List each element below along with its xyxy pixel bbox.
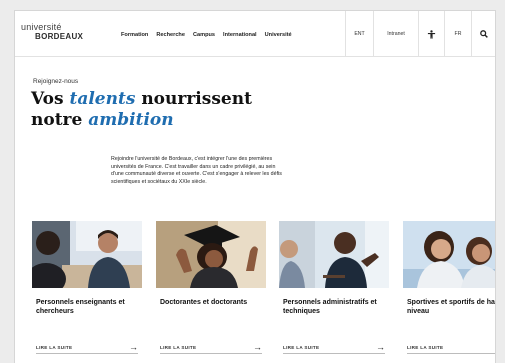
card-sportifs-haut-niveau[interactable]: Sportives et sportifs de haut niveau LIR… <box>403 221 496 363</box>
site-header: université BORDEAUX Formation Recherche … <box>15 11 495 57</box>
logo-line-2: BORDEAUX <box>35 32 84 41</box>
accessibility-icon <box>427 29 436 39</box>
logo-line-1: université <box>21 22 62 32</box>
card-divider <box>407 353 495 354</box>
card-title: Personnels enseignants et chercheurs <box>36 299 125 315</box>
arrow-right-icon: → <box>253 342 262 352</box>
intranet-link[interactable]: Intranet <box>373 11 418 57</box>
card-divider <box>160 353 262 354</box>
nav-item-universite[interactable]: Université <box>265 32 292 38</box>
nav-item-recherche[interactable]: Recherche <box>156 32 185 38</box>
read-more-label: LIRE LA SUITE <box>407 345 444 350</box>
read-more-link[interactable]: LIRE LA SUITE → <box>36 343 138 352</box>
read-more-label: LIRE LA SUITE <box>36 345 73 350</box>
card-title: Doctorantes et doctorants <box>160 299 248 306</box>
ent-link[interactable]: ENT <box>345 11 373 57</box>
nav-item-formation[interactable]: Formation <box>121 32 148 38</box>
search-icon <box>479 30 488 38</box>
hero-kicker: Rejoignez-nous <box>33 78 79 85</box>
nav-item-international[interactable]: International <box>223 32 257 38</box>
hero-headline: Vos talents nourrissent notre ambition <box>31 89 331 131</box>
utility-nav: ENT Intranet FR <box>345 11 495 57</box>
card-photo <box>32 221 142 288</box>
card-doctorants[interactable]: Doctorantes et doctorants LIRE LA SUITE … <box>156 221 266 363</box>
read-more-link[interactable]: LIRE LA SUITE → <box>160 343 262 352</box>
card-photo <box>403 221 495 288</box>
card-title: Sportives et sportifs de haut niveau <box>407 299 496 315</box>
arrow-right-icon: → <box>129 342 138 352</box>
headline-emphasis-2: ambition <box>88 110 174 130</box>
card-title: Personnels administratifs et techniques <box>283 299 377 315</box>
card-administratifs-techniques[interactable]: Personnels administratifs et techniques … <box>279 221 389 363</box>
read-more-link[interactable]: LIRE LA SUITE → <box>283 343 385 352</box>
headline-part-1: Vos <box>31 89 70 109</box>
main-nav: Formation Recherche Campus International… <box>121 32 292 38</box>
accessibility-button[interactable] <box>418 11 444 57</box>
card-divider <box>283 353 385 354</box>
university-logo[interactable]: université BORDEAUX <box>21 23 87 41</box>
card-photo <box>279 221 389 288</box>
read-more-link[interactable]: LIRE LA SUITE → <box>407 343 495 352</box>
nav-item-campus[interactable]: Campus <box>193 32 215 38</box>
read-more-label: LIRE LA SUITE <box>160 345 197 350</box>
card-divider <box>36 353 138 354</box>
headline-part-3: notre <box>31 110 89 130</box>
card-photo <box>156 221 266 288</box>
headline-part-2: nourrissent <box>135 89 252 109</box>
search-button[interactable] <box>471 11 495 57</box>
card-enseignants-chercheurs[interactable]: Personnels enseignants et chercheurs LIR… <box>32 221 142 363</box>
page-frame: université BORDEAUX Formation Recherche … <box>14 10 496 363</box>
hero-intro: Rejoindre l'université de Bordeaux, c'es… <box>111 156 282 185</box>
read-more-label: LIRE LA SUITE <box>283 345 320 350</box>
arrow-right-icon: → <box>376 342 385 352</box>
language-selector[interactable]: FR <box>444 11 471 57</box>
headline-emphasis-1: talents <box>69 89 136 109</box>
